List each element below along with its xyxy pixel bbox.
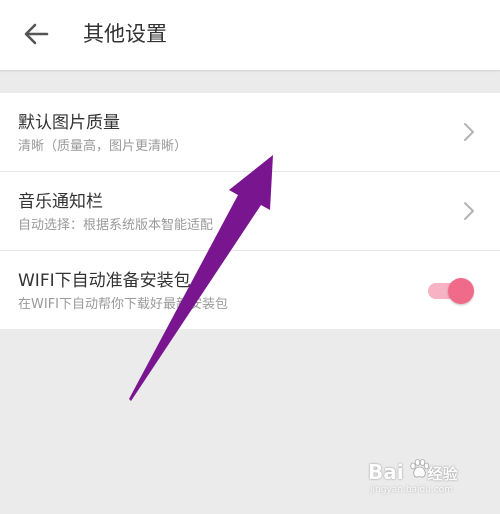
chevron-right-icon: [464, 123, 474, 141]
setting-subtitle: 在WIFI下自动帮你下载好最新安装包: [18, 297, 228, 312]
back-button[interactable]: [14, 14, 58, 54]
setting-subtitle: 自动选择：根据系统版本智能适配: [18, 218, 214, 233]
setting-default-image-quality[interactable]: 默认图片质量 清晰（质量高，图片更清晰）: [0, 93, 500, 172]
setting-title: 默认图片质量: [18, 113, 120, 133]
baidu-paw-icon: [410, 459, 430, 478]
app-header: 其他设置: [0, 0, 500, 70]
watermark-url: jingyan.baidu.com: [370, 485, 454, 495]
setting-wifi-auto-download: WIFI下自动准备安装包 在WIFI下自动帮你下载好最新安装包: [0, 251, 500, 329]
setting-title: 音乐通知栏: [18, 192, 103, 212]
setting-music-notification-bar[interactable]: 音乐通知栏 自动选择：根据系统版本智能适配: [0, 172, 500, 251]
page-title: 其他设置: [83, 22, 167, 46]
toggle-thumb: [448, 278, 474, 304]
arrow-left-icon: [24, 23, 49, 45]
setting-title: WIFI下自动准备安装包: [18, 271, 191, 291]
chevron-right-icon: [464, 202, 474, 220]
baidu-jingyan-watermark: Bai 经验 jingyan.baidu.com: [368, 459, 488, 500]
setting-subtitle: 清晰（质量高，图片更清晰）: [18, 139, 188, 154]
wifi-auto-download-toggle[interactable]: [428, 278, 474, 304]
settings-list: 默认图片质量 清晰（质量高，图片更清晰） 音乐通知栏 自动选择：根据系统版本智能…: [0, 93, 500, 329]
